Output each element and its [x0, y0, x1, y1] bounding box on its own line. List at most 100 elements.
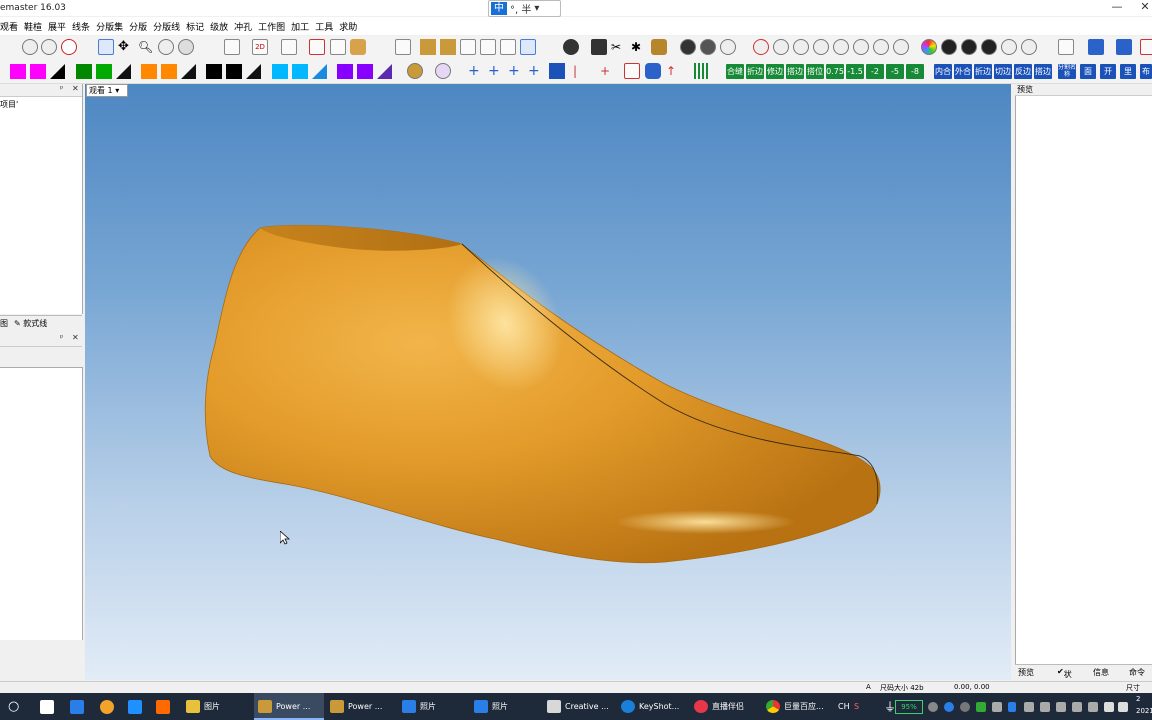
task-view-icon[interactable]	[40, 700, 54, 714]
properties-panel[interactable]	[0, 367, 83, 640]
fill-triangle-icon[interactable]	[50, 64, 65, 79]
color-swatch-cyan[interactable]	[272, 64, 288, 79]
tray-ime[interactable]: CH	[838, 696, 850, 718]
measure-icon[interactable]	[1021, 39, 1037, 55]
taskbar-app-photos-2[interactable]: 照片	[470, 693, 540, 720]
fold-button[interactable]: 折边	[974, 64, 992, 79]
material-icon[interactable]	[407, 63, 423, 79]
chevron-down-icon[interactable]: ▾	[115, 86, 119, 95]
tray-icon-3[interactable]	[960, 702, 970, 712]
lap-position-button[interactable]: 搭位	[806, 64, 824, 79]
tray-clock[interactable]: 2 2021	[1136, 693, 1152, 715]
taskbar-app-images[interactable]: 图片	[182, 693, 252, 720]
tray-icon-10[interactable]	[1088, 702, 1098, 712]
ime-indicator[interactable]: 中 °, 半 ▾	[488, 0, 561, 17]
orbit-icon[interactable]	[178, 39, 194, 55]
minimize-button[interactable]: —	[1110, 0, 1124, 16]
shader-icon[interactable]	[435, 63, 451, 79]
move-icon[interactable]: ✥	[118, 39, 134, 55]
color-swatch-magenta-2[interactable]	[30, 64, 46, 79]
arc-1-icon[interactable]	[753, 39, 769, 55]
pin-icon[interactable]: ᵖ	[60, 333, 63, 342]
taskbar-app-creative[interactable]: Creative ...	[543, 693, 615, 720]
menu-tools[interactable]: 工具	[315, 20, 339, 33]
open-button[interactable]: 开	[1100, 64, 1116, 79]
shoe-last-model[interactable]	[85, 84, 1011, 680]
undo-icon[interactable]	[22, 39, 38, 55]
taskbar-app-live[interactable]: 直播伴侣	[690, 693, 762, 720]
tab-status[interactable]: ✔状况	[1057, 667, 1072, 690]
grid-icon[interactable]	[549, 63, 565, 79]
menu-view[interactable]: 观看	[0, 20, 24, 33]
split-name-button[interactable]: 分割名称	[1058, 64, 1076, 79]
color-swatch-cyan-2[interactable]	[292, 64, 308, 79]
offset-15-button[interactable]: -1.5	[846, 64, 864, 79]
tray-s-icon[interactable]: S	[854, 696, 859, 718]
split-icon[interactable]: ✱	[631, 39, 647, 55]
scissors-icon[interactable]: ✂	[611, 39, 627, 55]
inner-join-button[interactable]: 内合	[934, 64, 952, 79]
project-tree-panel[interactable]	[0, 84, 83, 314]
tray-icon-2[interactable]	[944, 702, 954, 712]
fill-triangle-icon[interactable]	[246, 64, 261, 79]
taskbar-app-power-1[interactable]: Power ...	[254, 693, 324, 720]
offset-075-button[interactable]: 0.75	[826, 64, 844, 79]
menu-pattern-lines[interactable]: 分版线	[153, 20, 186, 33]
crosshair-icon[interactable]: +	[468, 63, 484, 79]
extend-icon[interactable]	[651, 39, 667, 55]
arc-2-icon[interactable]	[773, 39, 789, 55]
fill-triangle-icon[interactable]	[181, 64, 196, 79]
2d-view-icon[interactable]: 2D	[252, 39, 268, 55]
offset-2-button[interactable]: -2	[866, 64, 884, 79]
3d-viewport[interactable]	[85, 84, 1011, 680]
tab-preview[interactable]: 预览	[1018, 667, 1034, 678]
pattern-tool-4-icon[interactable]	[480, 39, 496, 55]
seam-button[interactable]: 合缝	[726, 64, 744, 79]
menu-flatten[interactable]: 展平	[48, 20, 72, 33]
fill-triangle-icon[interactable]	[116, 64, 131, 79]
pattern-tool-3-icon[interactable]	[460, 39, 476, 55]
menu-process[interactable]: 加工	[291, 20, 315, 33]
color-swatch-magenta[interactable]	[10, 64, 26, 79]
tool-a-icon[interactable]	[680, 39, 696, 55]
windows-start-icon[interactable]: ○	[8, 696, 19, 718]
tool-b-icon[interactable]	[700, 39, 716, 55]
color-wheel-icon[interactable]	[921, 39, 937, 55]
trim-edge-button[interactable]: 修边	[766, 64, 784, 79]
tool-c-icon[interactable]	[720, 39, 736, 55]
app-icon-1[interactable]	[100, 700, 114, 714]
battery-indicator[interactable]: 95%	[895, 700, 923, 714]
bluetooth-icon[interactable]	[1008, 702, 1016, 712]
taskbar-app-chrome[interactable]: 巨量百应...	[762, 693, 836, 720]
face-button[interactable]: 面	[1080, 64, 1096, 79]
app-icon-2[interactable]	[128, 700, 142, 714]
tray-icon-8[interactable]	[1056, 702, 1066, 712]
render-2-icon[interactable]	[961, 39, 977, 55]
pattern-tool-1-icon[interactable]	[420, 39, 436, 55]
menu-help[interactable]: 求助	[339, 20, 363, 33]
taskbar-app-keyshot[interactable]: KeyShot...	[617, 693, 689, 720]
select-pointer-icon[interactable]	[98, 39, 114, 55]
menu-pattern-set[interactable]: 分版集	[96, 20, 129, 33]
frame-icon[interactable]	[224, 39, 240, 55]
arc-6-icon[interactable]	[853, 39, 869, 55]
tray-icon-1[interactable]	[928, 702, 938, 712]
shirt-icon[interactable]: ▾	[534, 3, 539, 14]
color-swatch-green-2[interactable]	[96, 64, 112, 79]
fit-view-icon[interactable]	[281, 39, 297, 55]
cut-edge-button[interactable]: 切边	[994, 64, 1012, 79]
offset-5-button[interactable]: -5	[886, 64, 904, 79]
menu-mark[interactable]: 标记	[186, 20, 210, 33]
lining-button[interactable]: 里	[1120, 64, 1136, 79]
network-icon[interactable]	[1104, 702, 1114, 712]
menu-worksheet[interactable]: 工作图	[258, 20, 291, 33]
volume-icon[interactable]	[1118, 702, 1128, 712]
fill-triangle-icon[interactable]	[312, 64, 327, 79]
color-swatch-purple[interactable]	[337, 64, 353, 79]
reverse-edge-button[interactable]: 反边	[1014, 64, 1032, 79]
nodes-icon[interactable]	[1058, 39, 1074, 55]
taskbar-app-power-2[interactable]: Power ...	[326, 693, 396, 720]
tray-icon-4[interactable]	[976, 702, 986, 712]
hatch-icon[interactable]	[591, 39, 607, 55]
ime-mode[interactable]: 中	[491, 2, 507, 15]
